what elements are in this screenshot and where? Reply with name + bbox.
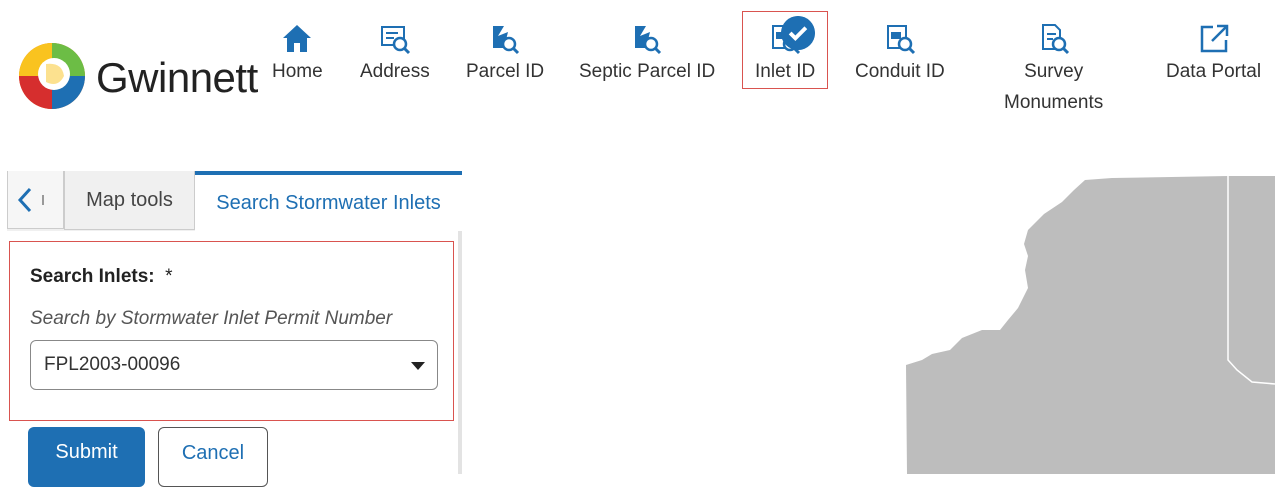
nav-address-label: Address bbox=[360, 61, 430, 82]
nav-address[interactable]: Address bbox=[360, 22, 430, 87]
required-mark: * bbox=[165, 266, 173, 287]
external-link-icon bbox=[1200, 24, 1228, 53]
tab-grip bbox=[42, 195, 44, 205]
nav-survey-monuments[interactable]: Survey Monuments bbox=[1004, 22, 1103, 118]
submit-button[interactable]: Submit bbox=[28, 427, 145, 487]
parcel-search-icon bbox=[493, 26, 520, 55]
document-search-icon bbox=[1041, 24, 1069, 55]
nav-survey-monuments-label: Survey Monuments bbox=[1004, 61, 1104, 113]
nav-parcel-id[interactable]: Parcel ID bbox=[466, 22, 544, 87]
address-search-icon bbox=[380, 26, 410, 55]
collapse-panel-button[interactable] bbox=[7, 171, 64, 229]
search-form: Search Inlets: * Search by Stormwater In… bbox=[9, 241, 454, 421]
panel-tabbar: Map tools Search Stormwater Inlets bbox=[7, 171, 462, 231]
tab-search-stormwater-inlets[interactable]: Search Stormwater Inlets bbox=[195, 171, 462, 231]
search-panel: Map tools Search Stormwater Inlets Searc… bbox=[7, 171, 462, 487]
nav-data-portal[interactable]: Data Portal bbox=[1166, 22, 1261, 87]
gwinnett-logo[interactable] bbox=[18, 42, 86, 110]
map-county-shape bbox=[906, 176, 1275, 474]
id-search-icon bbox=[886, 25, 915, 55]
nav-data-portal-label: Data Portal bbox=[1166, 61, 1262, 82]
search-inlets-label-text: Search Inlets: bbox=[30, 266, 155, 287]
nav-inlet-id[interactable]: Inlet ID bbox=[742, 11, 829, 89]
chevron-left-icon bbox=[17, 187, 32, 213]
parcel-search-icon bbox=[635, 26, 662, 55]
search-hint: Search by Stormwater Inlet Permit Number bbox=[30, 308, 393, 329]
home-icon bbox=[283, 25, 312, 52]
nav-home-label: Home bbox=[272, 61, 323, 82]
nav-inlet-id-label: Inlet ID bbox=[755, 61, 816, 82]
search-inlets-label: Search Inlets: * bbox=[30, 266, 173, 288]
nav-home[interactable]: Home bbox=[272, 22, 323, 87]
caret-down-icon bbox=[411, 362, 425, 370]
permit-number-select[interactable]: FPL2003-00096 bbox=[30, 340, 438, 390]
map-view[interactable] bbox=[462, 160, 1275, 474]
permit-number-value: FPL2003-00096 bbox=[44, 354, 181, 375]
nav-septic-parcel-id[interactable]: Septic Parcel ID bbox=[579, 22, 715, 87]
tab-map-tools[interactable]: Map tools bbox=[64, 171, 195, 230]
cancel-button[interactable]: Cancel bbox=[158, 427, 268, 487]
nav-septic-parcel-id-label: Septic Parcel ID bbox=[579, 61, 716, 82]
nav-parcel-id-label: Parcel ID bbox=[466, 61, 545, 82]
check-icon bbox=[781, 16, 816, 50]
nav-conduit-id[interactable]: Conduit ID bbox=[855, 22, 945, 87]
nav-conduit-id-label: Conduit ID bbox=[855, 61, 945, 82]
brand-name: Gwinnett bbox=[96, 54, 258, 101]
